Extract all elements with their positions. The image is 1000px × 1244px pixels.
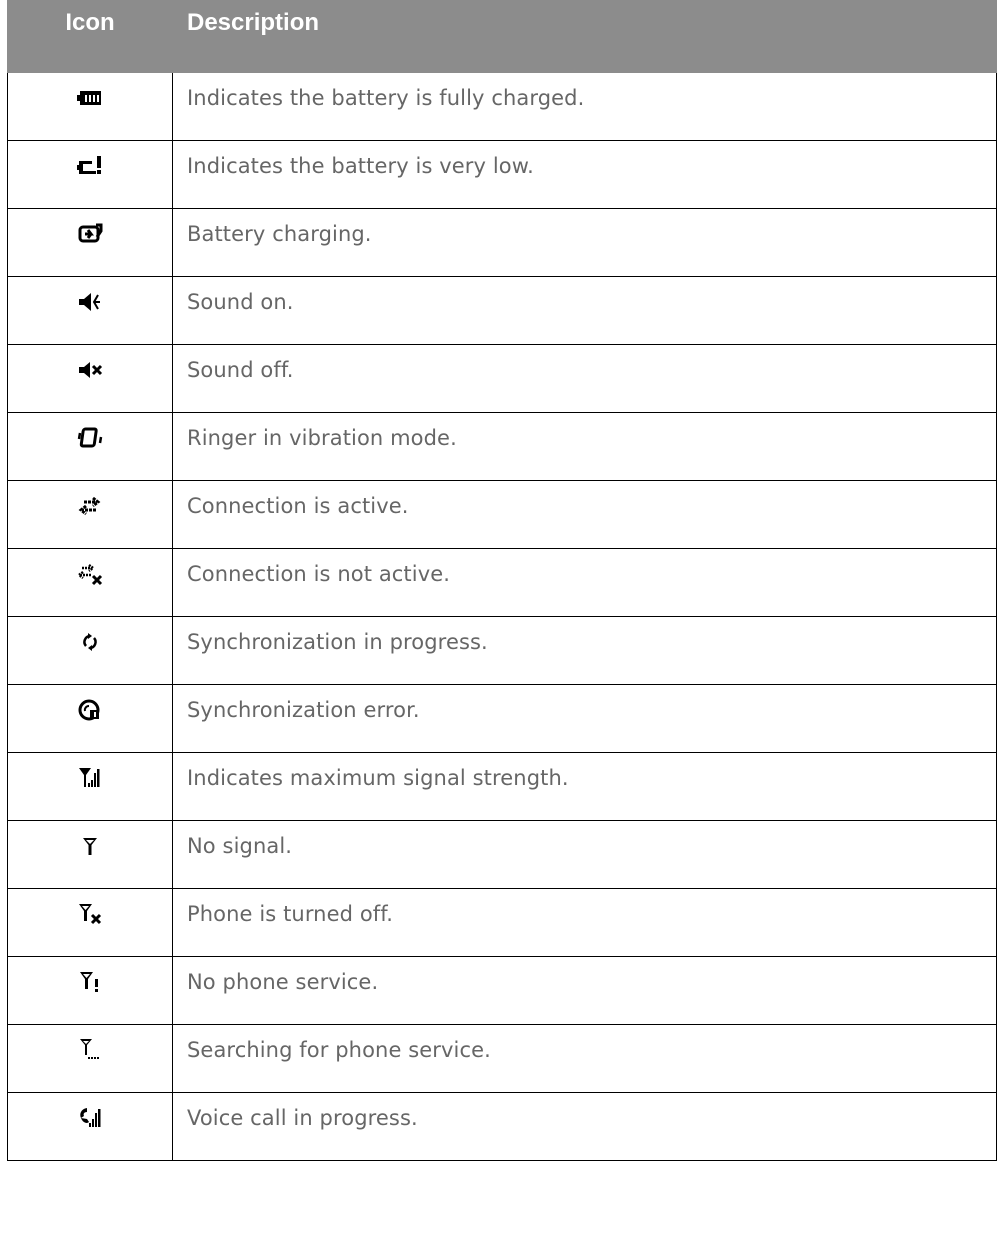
battery-full-icon: [76, 85, 104, 111]
battery-charging-icon: [76, 221, 104, 247]
table-row: Sound off.: [7, 344, 997, 413]
connection-active-icon: [76, 493, 104, 519]
row-description: Indicates the battery is very low.: [172, 140, 997, 209]
row-description: Searching for phone service.: [172, 1024, 997, 1093]
row-description: Indicates maximum signal strength.: [172, 752, 997, 821]
status-icons-table: Icon Description Indicates the battery i…: [7, 0, 997, 1161]
row-description: Battery charging.: [172, 208, 997, 277]
row-description: Connection is active.: [172, 480, 997, 549]
table-row: Ringer in vibration mode.: [7, 412, 997, 481]
sync-in-progress-icon: [76, 629, 104, 655]
table-row: Voice call in progress.: [7, 1092, 997, 1161]
table-row: Indicates the battery is very low.: [7, 140, 997, 209]
header-description: Description: [172, 0, 997, 73]
table-row: No phone service.: [7, 956, 997, 1025]
signal-max-icon: [76, 765, 104, 791]
table-header-row: Icon Description: [7, 0, 997, 73]
table-row: Connection is active.: [7, 480, 997, 549]
vibration-mode-icon: [76, 425, 104, 451]
row-description: No phone service.: [172, 956, 997, 1025]
row-description: Phone is turned off.: [172, 888, 997, 957]
phone-off-icon: [76, 901, 104, 927]
row-description: Ringer in vibration mode.: [172, 412, 997, 481]
table-row: Indicates the battery is fully charged.: [7, 72, 997, 141]
connection-inactive-icon: [76, 561, 104, 587]
table-row: Synchronization in progress.: [7, 616, 997, 685]
row-description: Indicates the battery is fully charged.: [172, 72, 997, 141]
sound-off-icon: [76, 357, 104, 383]
row-description: No signal.: [172, 820, 997, 889]
row-description: Synchronization in progress.: [172, 616, 997, 685]
table-row: No signal.: [7, 820, 997, 889]
table-row: Searching for phone service.: [7, 1024, 997, 1093]
row-description: Sound on.: [172, 276, 997, 345]
table-row: Battery charging.: [7, 208, 997, 277]
table-row: Sound on.: [7, 276, 997, 345]
row-description: Sound off.: [172, 344, 997, 413]
table-row: Phone is turned off.: [7, 888, 997, 957]
no-service-icon: [76, 969, 104, 995]
voice-call-icon: [76, 1105, 104, 1131]
sound-on-icon: [76, 289, 104, 315]
table-row: Synchronization error.: [7, 684, 997, 753]
row-description: Voice call in progress.: [172, 1092, 997, 1161]
table-row: Indicates maximum signal strength.: [7, 752, 997, 821]
header-icon: Icon: [7, 0, 173, 73]
battery-very-low-icon: [76, 153, 104, 179]
row-description: Connection is not active.: [172, 548, 997, 617]
searching-service-icon: [76, 1037, 104, 1063]
no-signal-icon: [76, 833, 104, 859]
table-row: Connection is not active.: [7, 548, 997, 617]
status-icons-table-container: Icon Description Indicates the battery i…: [0, 0, 1000, 1244]
row-description: Synchronization error.: [172, 684, 997, 753]
sync-error-icon: [76, 697, 104, 723]
